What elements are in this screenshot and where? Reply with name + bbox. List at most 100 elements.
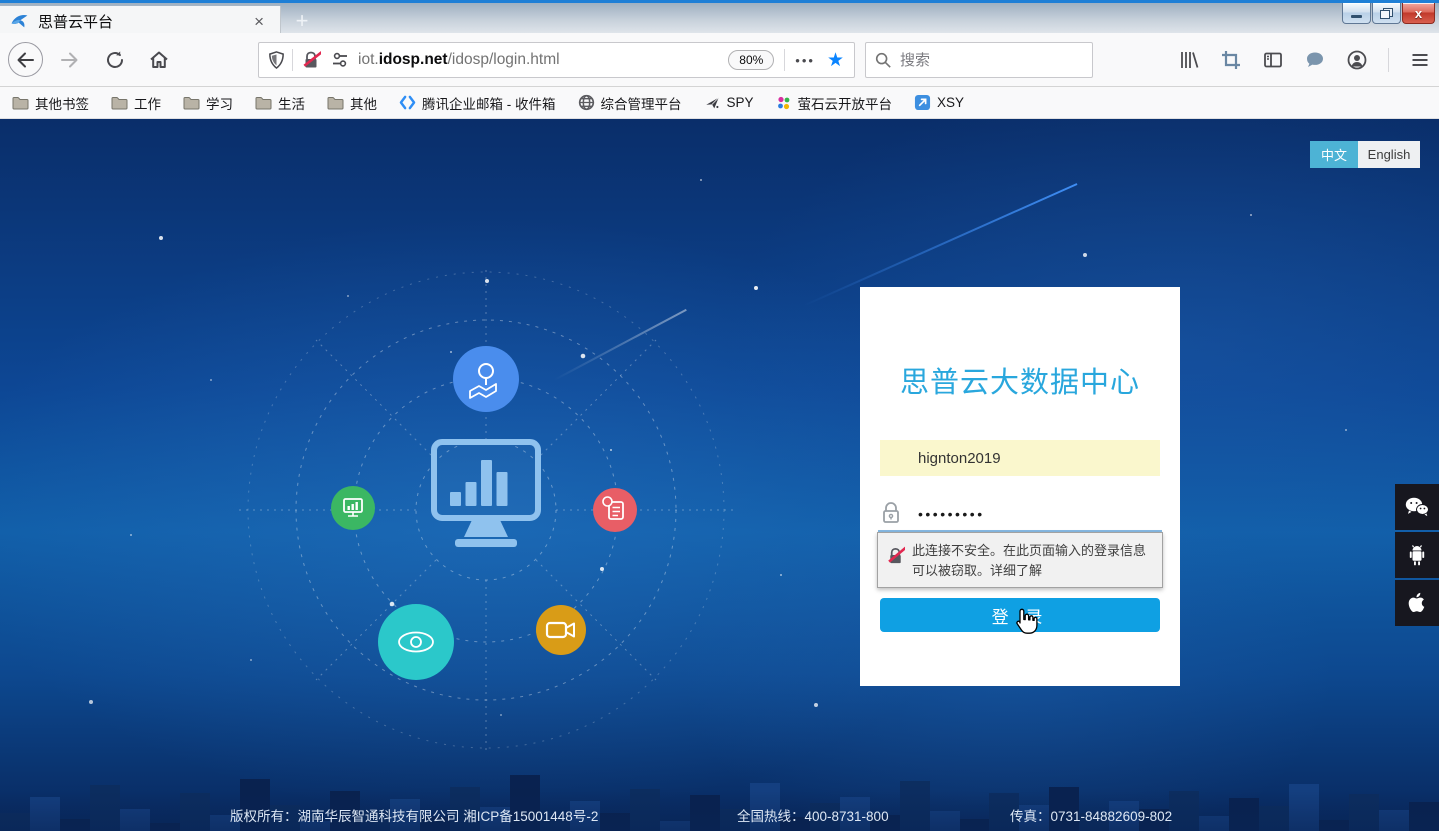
chat-bubble-icon[interactable] [1304,49,1326,71]
wechat-icon [1404,496,1430,518]
library-icon[interactable] [1178,49,1200,71]
plane-icon [704,95,721,111]
close-icon: x [1415,6,1422,21]
reload-button[interactable] [103,48,127,72]
back-button[interactable] [8,42,43,77]
bookmark-label: 其他 [350,93,377,113]
insecure-lock-icon[interactable] [301,50,321,70]
url-path: /idosp/login.html [448,51,560,68]
password-field[interactable]: ••••••••• [880,495,1160,530]
insecure-login-warning: 此连接不安全。在此页面输入的登录信息可以被窃取。详细了解 [877,532,1163,588]
login-panel: 思普云大数据中心 ••••••••• 此连接不安全。在此页面输入的登录信 [860,287,1180,686]
account-icon[interactable] [1346,49,1368,71]
forward-button[interactable] [57,48,81,72]
back-arrow-icon [14,48,38,72]
bookmark-label: SPY [727,95,754,110]
login-title: 思普云大数据中心 [860,359,1180,401]
bookmark-label: 其他书签 [35,93,89,113]
language-toggle: 中文 English [1310,141,1420,168]
bookmark-xsy[interactable]: XSY [914,94,964,111]
platform-radar-graphic [236,260,736,760]
page-actions-button[interactable]: ••• [795,53,815,68]
divider [784,49,785,71]
app-download-sidebar [1395,484,1439,626]
login-button[interactable]: 登 录 [880,598,1160,632]
browser-window: 思普云平台 × + x [0,0,1439,831]
url-text[interactable]: iot.idosp.net/idosp/login.html [358,51,728,69]
bookmark-folder-misc[interactable]: 其他 [327,93,377,113]
folder-icon [111,96,128,110]
menu-hamburger-icon[interactable] [1409,49,1431,71]
minimize-icon [1351,15,1362,18]
folder-icon [12,96,29,110]
satellite-map-icon [453,346,519,412]
satellite-eye-icon [378,604,454,680]
permissions-icon[interactable] [330,51,350,69]
android-app-button[interactable] [1395,532,1439,578]
bookmark-ezviz[interactable]: 萤石云开放平台 [776,93,893,113]
ios-app-button[interactable] [1395,580,1439,626]
bookmarks-toolbar: 其他书签 工作 学习 生活 其他 腾讯企业邮箱 - 收件箱 综合管理平台 SP [0,87,1439,119]
bookmark-tencent-mail[interactable]: 腾讯企业邮箱 - 收件箱 [399,93,556,113]
tencent-mail-icon [399,95,416,110]
url-domain: idosp.net [379,51,448,68]
password-mask: ••••••••• [918,504,985,522]
bookmark-label: 工作 [134,93,161,113]
folder-icon [327,96,344,110]
bookmark-spy[interactable]: SPY [704,95,754,111]
bookmark-folder-work[interactable]: 工作 [111,93,161,113]
favicon-swallow-icon [10,13,29,29]
bookmark-folder-life[interactable]: 生活 [255,93,305,113]
folder-icon [183,96,200,110]
lang-english-button[interactable]: English [1358,141,1420,168]
username-input[interactable] [880,440,1160,476]
nav-toolbar: iot.idosp.net/idosp/login.html 80% ••• ★ [0,33,1439,87]
sidebar-toggle-icon[interactable] [1262,49,1284,71]
url-subdomain: iot. [358,51,379,68]
window-restore-button[interactable] [1372,3,1401,24]
bookmark-label: 萤石云开放平台 [798,93,893,113]
footer-fax: 传真：0731-84882609-802 [1010,805,1172,825]
screenshot-crop-icon[interactable] [1220,49,1242,71]
reload-icon [103,48,127,72]
bookmark-label: XSY [937,95,964,110]
ezviz-dots-icon [776,95,792,111]
footer-hotline: 全国热线：400-8731-800 [737,805,889,825]
apple-icon [1406,590,1428,616]
bookmark-folder-study[interactable]: 学习 [183,93,233,113]
divider [292,49,293,71]
zoom-level-badge[interactable]: 80% [728,50,774,70]
satellite-camera-icon [536,605,586,655]
bookmark-label: 腾讯企业邮箱 - 收件箱 [422,93,556,113]
new-tab-button[interactable]: + [288,8,316,34]
divider [1388,48,1389,72]
window-minimize-button[interactable] [1342,3,1371,24]
lock-icon [880,501,902,525]
search-input[interactable] [900,52,1070,69]
search-icon [874,51,892,69]
browser-tab[interactable]: 思普云平台 × [0,6,281,36]
xsy-icon [914,94,931,111]
stars-decoration [0,119,2,121]
bookmark-management-platform[interactable]: 综合管理平台 [578,93,682,113]
lang-chinese-button[interactable]: 中文 [1310,141,1358,168]
forward-arrow-icon [57,48,81,72]
window-close-button[interactable]: x [1402,3,1435,24]
tracking-shield-icon[interactable] [267,50,286,70]
satellite-report-icon [593,488,637,532]
bookmark-folder-other-bookmarks[interactable]: 其他书签 [12,93,89,113]
footer-gradient [0,791,1439,831]
restore-icon [1380,8,1393,19]
wechat-button[interactable] [1395,484,1439,530]
titlebar: 思普云平台 × + x [0,0,1439,33]
bookmark-star-icon[interactable]: ★ [827,49,844,72]
login-page: 中文 English [0,119,1439,831]
address-bar[interactable]: iot.idosp.net/idosp/login.html 80% ••• ★ [258,42,855,78]
learn-more-link[interactable]: 详细了解 [990,563,1042,578]
home-button[interactable] [147,48,171,72]
android-icon [1406,542,1428,568]
tab-title: 思普云平台 [38,11,248,32]
warning-text: 此连接不安全。在此页面输入的登录信息可以被窃取。详细了解 [912,541,1154,587]
search-bar[interactable] [865,42,1093,78]
tab-close-icon[interactable]: × [248,11,270,32]
